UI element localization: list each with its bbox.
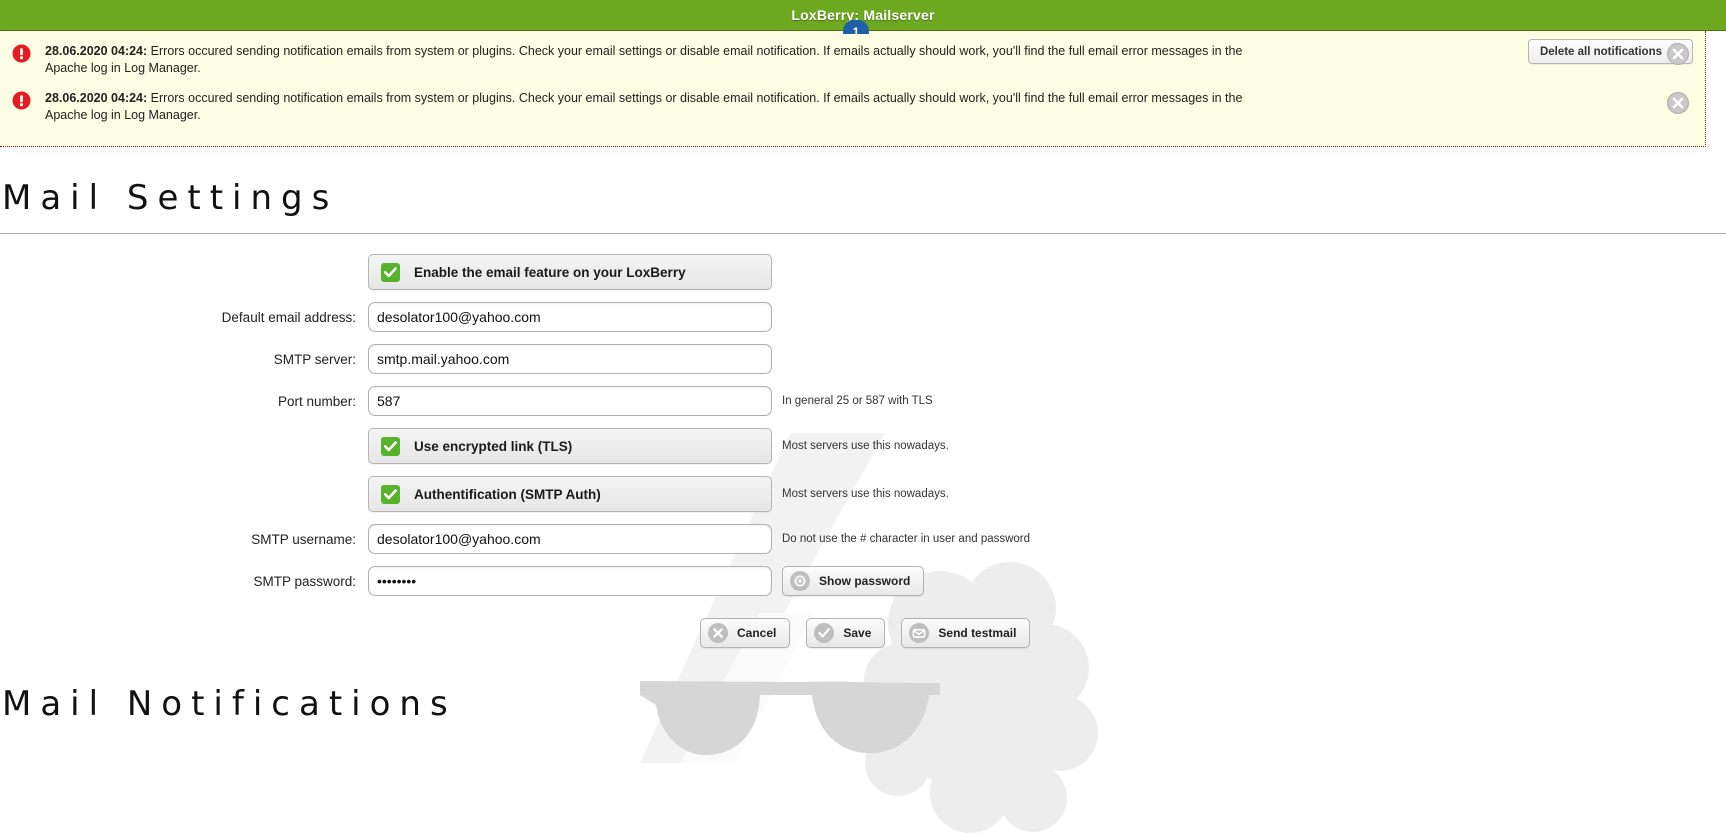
smtp-password-input[interactable]: [368, 566, 772, 596]
smtp-auth-hint: Most servers use this nowadays.: [782, 488, 949, 500]
notification-text: 28.06.2020 04:24: Errors occured sending…: [45, 90, 1255, 124]
smtp-password-label: SMTP password:: [253, 573, 356, 589]
notification-timestamp: 28.06.2020 04:24:: [45, 91, 148, 105]
check-circle-icon: [814, 623, 835, 643]
notification-timestamp: 28.06.2020 04:24:: [45, 44, 148, 58]
notification-message: Errors occured sending notification emai…: [45, 91, 1243, 122]
app-header: LoxBerry: Mailserver 1: [0, 0, 1726, 34]
show-password-button[interactable]: Show password: [782, 566, 925, 596]
default-email-row: Default email address:: [0, 302, 1726, 332]
notification-panel: Delete all notifications 28.06.2020 04:2…: [0, 31, 1706, 147]
save-button[interactable]: Save: [806, 618, 886, 648]
enable-email-feature-row: Enable the email feature on your LoxBerr…: [0, 254, 1726, 290]
close-circle-icon: [708, 623, 728, 643]
smtp-username-hint: Do not use the # character in user and p…: [782, 533, 1031, 545]
cancel-button[interactable]: Cancel: [700, 618, 791, 648]
default-email-label: Default email address:: [221, 309, 356, 325]
close-circle-icon[interactable]: [1667, 92, 1689, 114]
checkmark-icon: [381, 262, 400, 282]
smtp-username-label: SMTP username:: [251, 531, 356, 547]
smtp-server-label: SMTP server:: [273, 351, 356, 367]
checkmark-icon: [381, 436, 400, 456]
smtp-username-control: [368, 524, 772, 554]
port-number-hint: In general 25 or 587 with TLS: [782, 395, 933, 407]
use-tls-label: Use encrypted link (TLS): [414, 438, 573, 454]
notification-message: Errors occured sending notification emai…: [45, 44, 1243, 75]
port-number-input[interactable]: [368, 386, 772, 416]
smtp-username-row: SMTP username: Do not use the # characte…: [0, 524, 1726, 554]
smtp-password-control: [368, 566, 772, 596]
smtp-auth-checkbox[interactable]: Authentification (SMTP Auth): [368, 476, 772, 512]
show-password-wrap: Show password: [772, 566, 925, 596]
envelope-icon: [909, 623, 930, 643]
smtp-auth-label: Authentification (SMTP Auth): [414, 486, 601, 502]
mail-settings-form: Enable the email feature on your LoxBerr…: [0, 234, 1726, 648]
smtp-server-input[interactable]: [368, 344, 772, 374]
eye-icon: [790, 571, 810, 591]
show-password-label: Show password: [819, 574, 911, 588]
cancel-label: Cancel: [737, 626, 777, 640]
error-icon: [12, 91, 31, 110]
default-email-input[interactable]: [368, 302, 772, 332]
smtp-server-control: [368, 344, 772, 374]
default-email-control: [368, 302, 772, 332]
port-number-control: [368, 386, 772, 416]
send-testmail-label: Send testmail: [938, 626, 1017, 640]
notification-count-badge[interactable]: 1: [843, 20, 869, 34]
enable-email-feature-checkbox[interactable]: Enable the email feature on your LoxBerr…: [368, 254, 772, 290]
notification-text: 28.06.2020 04:24: Errors occured sending…: [45, 43, 1255, 77]
smtp-password-row: SMTP password: Show password: [0, 566, 1726, 596]
use-tls-checkbox[interactable]: Use encrypted link (TLS): [368, 428, 772, 464]
smtp-server-row: SMTP server:: [0, 344, 1726, 374]
error-icon: [12, 44, 31, 63]
page-title: Mail Settings: [2, 178, 339, 218]
notification-item: 28.06.2020 04:24: Errors occured sending…: [0, 80, 1705, 127]
port-number-label: Port number:: [277, 393, 356, 409]
mail-notifications-title: Mail Notifications: [2, 684, 457, 724]
smtp-auth-row: Authentification (SMTP Auth) Most server…: [0, 476, 1726, 512]
notification-item: 28.06.2020 04:24: Errors occured sending…: [0, 31, 1705, 80]
form-actions: Cancel Save Send testmail: [0, 618, 1726, 648]
port-number-row: Port number: In general 25 or 587 with T…: [0, 386, 1726, 416]
smtp-username-input[interactable]: [368, 524, 772, 554]
use-tls-hint: Most servers use this nowadays.: [782, 440, 949, 452]
send-testmail-button[interactable]: Send testmail: [901, 618, 1031, 648]
save-label: Save: [843, 626, 872, 640]
checkmark-icon: [381, 484, 400, 504]
notification-count-value: 1: [843, 20, 869, 34]
enable-email-feature-label: Enable the email feature on your LoxBerr…: [414, 264, 686, 280]
use-tls-row: Use encrypted link (TLS) Most servers us…: [0, 428, 1726, 464]
close-circle-icon[interactable]: [1667, 43, 1689, 65]
page-body: Mail Settings Enable the email feature o…: [0, 178, 1726, 833]
